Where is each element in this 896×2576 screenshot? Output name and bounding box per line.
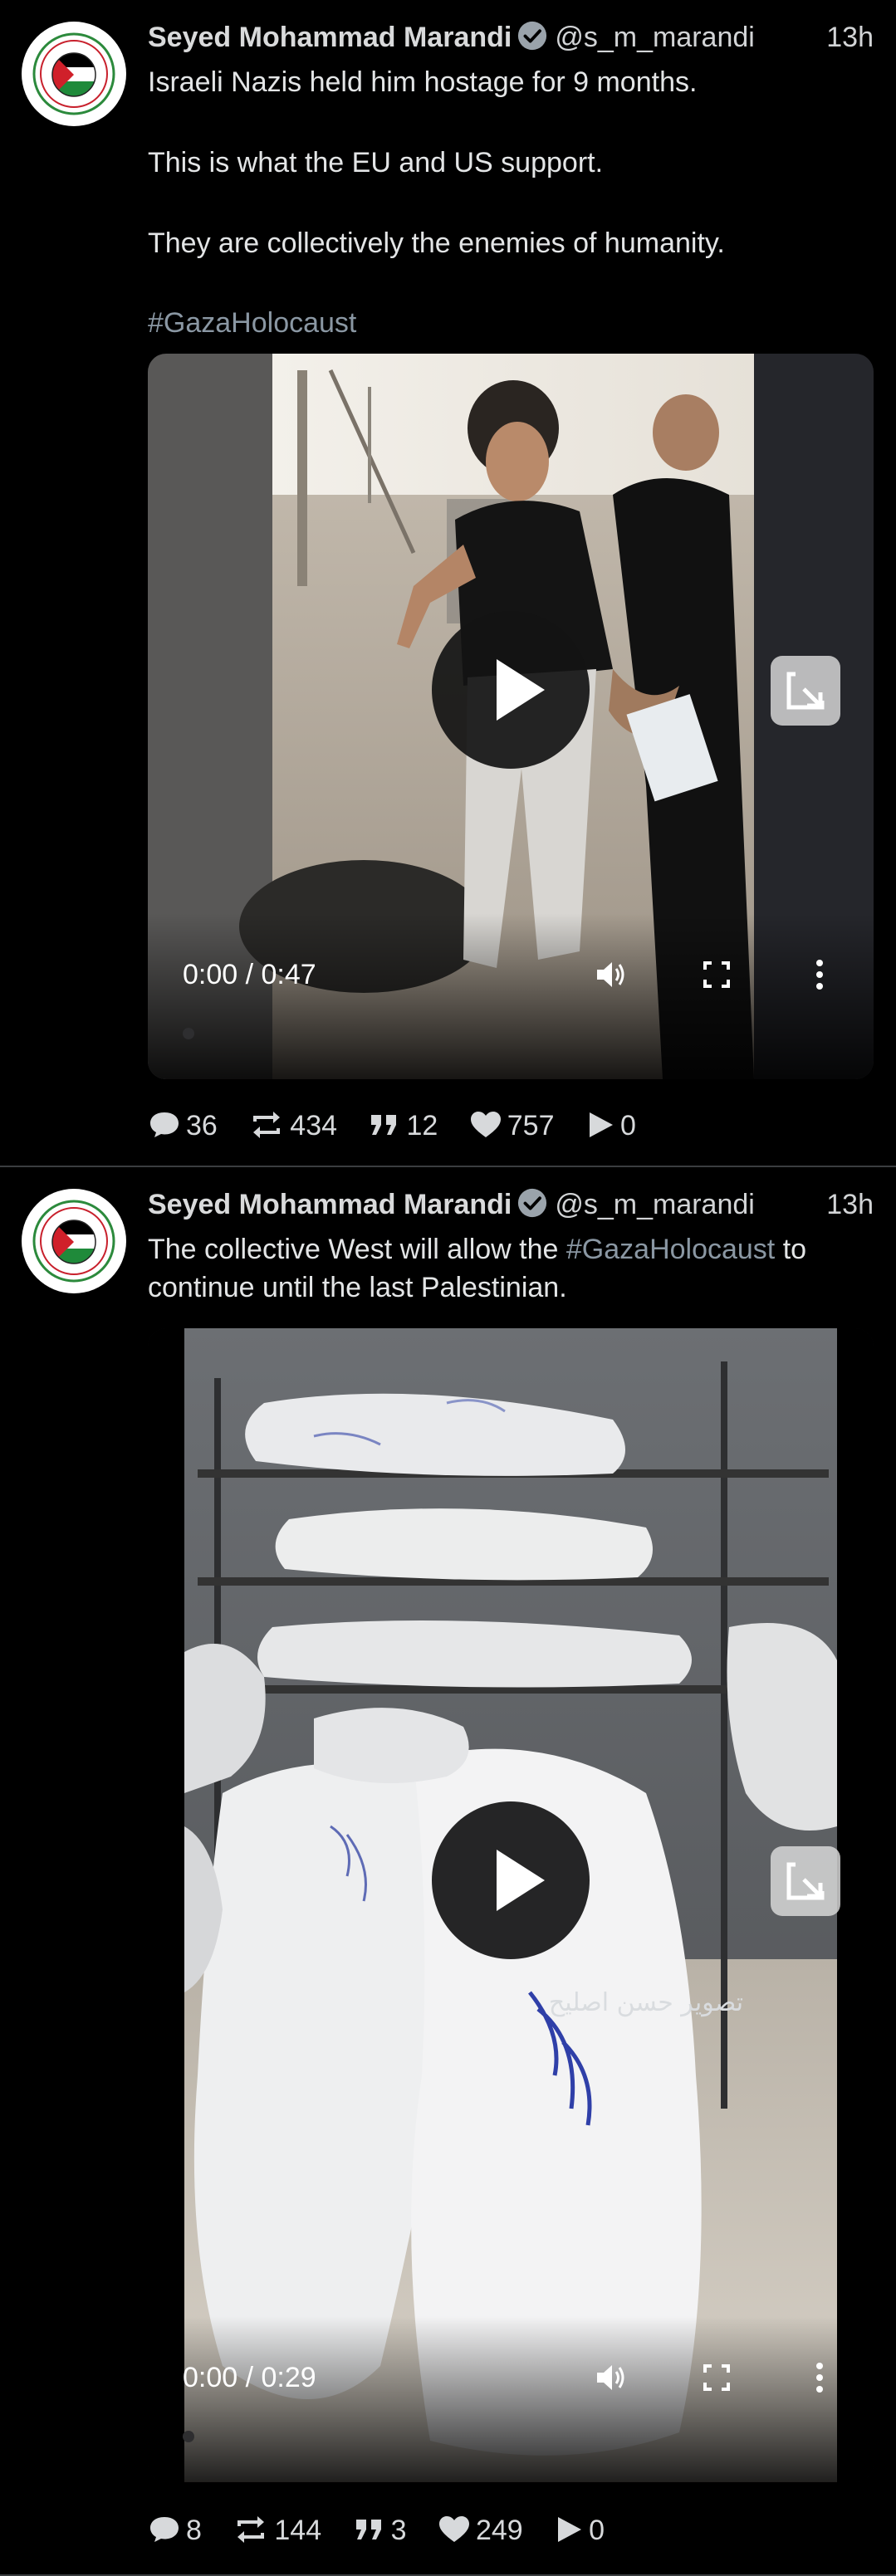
reply-button[interactable]: 8	[148, 2510, 202, 2551]
reply-count: 36	[186, 1110, 218, 1141]
verified-icon	[518, 1188, 547, 1218]
like-button[interactable]: 757	[469, 1105, 555, 1146]
post-header: Seyed Mohammad Marandi @s_m_marandi 13h	[148, 18, 879, 56]
reply-count: 8	[186, 2515, 202, 2546]
verified-icon	[518, 21, 547, 51]
post[interactable]: Seyed Mohammad Marandi @s_m_marandi 13h T…	[0, 1167, 896, 2574]
post-time[interactable]: 13h	[826, 1185, 874, 1224]
post-text-part: The collective West will allow the	[148, 1234, 566, 1265]
post-text: The collective West will allow the #Gaza…	[148, 1230, 879, 1307]
fullscreen-icon[interactable]	[698, 956, 736, 994]
like-icon	[438, 2516, 469, 2542]
views-count: 0	[619, 1110, 636, 1141]
hashtag-link[interactable]: #GazaHolocaust	[566, 1234, 775, 1265]
palestine-flag-logo	[32, 1200, 115, 1283]
quote-button[interactable]: 3	[353, 2510, 407, 2551]
author-handle[interactable]: @s_m_marandi	[555, 1189, 755, 1220]
repost-button[interactable]: 144	[233, 2510, 321, 2551]
volume-icon[interactable]	[592, 956, 630, 994]
play-icon	[497, 1850, 545, 1911]
fullscreen-icon[interactable]	[698, 2358, 736, 2397]
quote-icon	[355, 2520, 381, 2539]
progress-scrubber[interactable]	[183, 1028, 194, 1039]
post[interactable]: Seyed Mohammad Marandi @s_m_marandi 13h I…	[0, 0, 896, 1166]
repost-button[interactable]: 434	[248, 1105, 337, 1146]
reply-icon	[150, 2517, 179, 2542]
video-watermark-text: تصوير حسن اصليح	[549, 1988, 743, 2017]
palestine-flag-logo	[32, 32, 115, 115]
post-header: Seyed Mohammad Marandi @s_m_marandi 13h	[148, 1185, 879, 1224]
views-icon	[589, 1112, 613, 1137]
more-options-icon[interactable]	[801, 956, 839, 994]
post-text-line: They are collectively the enemies of hum…	[148, 227, 725, 259]
avatar[interactable]	[22, 22, 126, 126]
expand-button[interactable]	[771, 1846, 840, 1916]
progress-scrubber[interactable]	[183, 2431, 194, 2442]
post-stats: 36 434 12 757 0	[148, 1105, 659, 1146]
like-button[interactable]: 249	[438, 2510, 523, 2551]
video-controls	[148, 2316, 874, 2482]
play-button[interactable]	[432, 611, 590, 769]
expand-icon	[786, 1862, 825, 1900]
author-name[interactable]: Seyed Mohammad Marandi	[148, 1189, 512, 1220]
hashtag-link[interactable]: #GazaHolocaust	[148, 304, 879, 342]
repost-count: 144	[274, 2515, 322, 2546]
views-button[interactable]: 0	[554, 2510, 605, 2551]
reply-button[interactable]: 36	[148, 1105, 218, 1146]
video-controls	[148, 913, 874, 1079]
volume-icon[interactable]	[592, 2358, 630, 2397]
expand-icon	[786, 672, 825, 710]
quote-button[interactable]: 12	[368, 1105, 438, 1146]
video-time: 0:00 / 0:29	[183, 2362, 316, 2393]
author-handle[interactable]: @s_m_marandi	[555, 22, 755, 53]
quote-count: 12	[406, 1110, 438, 1141]
like-icon	[470, 1112, 501, 1137]
video-player[interactable]: 0:00 / 0:47	[148, 354, 874, 1079]
like-count: 757	[507, 1110, 555, 1141]
like-count: 249	[475, 2515, 523, 2546]
expand-button[interactable]	[771, 656, 840, 726]
post-text-line: Israeli Nazis held him hostage for 9 mon…	[148, 66, 698, 98]
views-icon	[558, 2517, 582, 2542]
more-options-icon[interactable]	[801, 2358, 839, 2397]
repost-icon	[253, 1112, 281, 1138]
author-name[interactable]: Seyed Mohammad Marandi	[148, 22, 512, 53]
views-button[interactable]: 0	[585, 1105, 636, 1146]
post-stats: 8 144 3 249 0	[148, 2510, 628, 2551]
quote-count: 3	[390, 2515, 407, 2546]
post-time[interactable]: 13h	[826, 18, 874, 56]
quote-icon	[371, 1115, 397, 1135]
post-text-line: This is what the EU and US support.	[148, 147, 604, 178]
play-icon	[497, 659, 545, 721]
play-button[interactable]	[432, 1801, 590, 1959]
video-time: 0:00 / 0:47	[183, 959, 316, 990]
views-count: 0	[589, 2515, 605, 2546]
reply-icon	[150, 1112, 179, 1137]
video-player[interactable]: تصوير حسن اصليح 0:00 / 0:29	[148, 1328, 874, 2482]
avatar[interactable]	[22, 1189, 126, 1293]
repost-count: 434	[290, 1110, 338, 1141]
repost-icon	[237, 2516, 265, 2543]
